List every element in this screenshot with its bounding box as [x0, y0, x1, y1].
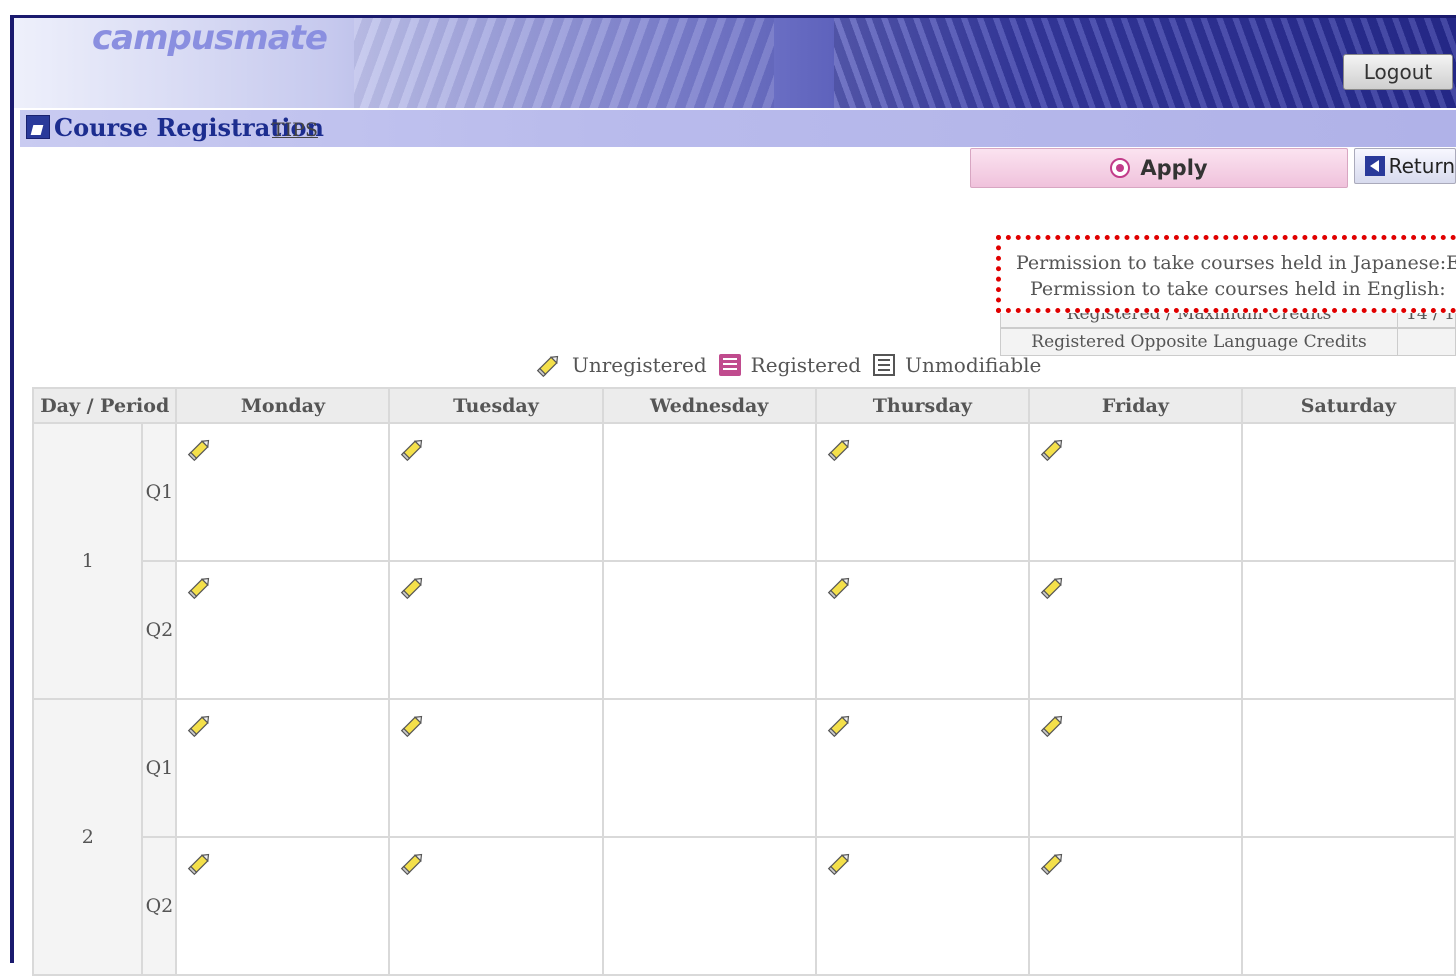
- quarter-label: Q2: [141, 836, 178, 976]
- timetable-slot: [601, 698, 817, 838]
- timetable-slot[interactable]: [175, 422, 391, 562]
- timetable-slot[interactable]: [814, 836, 1030, 976]
- pencil-icon[interactable]: [827, 436, 853, 462]
- frame-left-border: [10, 15, 14, 963]
- apply-button[interactable]: Apply: [970, 148, 1348, 188]
- pencil-icon: [536, 352, 562, 378]
- timetable-row: Q2: [33, 836, 1456, 976]
- day-header-saturday: Saturday: [1240, 387, 1456, 424]
- day-header-friday: Friday: [1027, 387, 1243, 424]
- legend-unregistered: Unregistered: [536, 352, 707, 378]
- pencil-icon[interactable]: [400, 574, 426, 600]
- timetable-slot[interactable]: [814, 698, 1030, 838]
- day-header-monday: Monday: [175, 387, 391, 424]
- credits-label: Registered Opposite Language Credits: [1001, 329, 1398, 355]
- pencil-icon[interactable]: [187, 436, 213, 462]
- quarter-label: Q1: [141, 698, 178, 838]
- timetable-slot[interactable]: [388, 560, 604, 700]
- credits-value: [1398, 329, 1455, 355]
- radio-icon: [1110, 158, 1131, 178]
- legend-unregistered-label: Unregistered: [572, 353, 707, 377]
- timetable-slot: [1240, 560, 1456, 700]
- legend-registered: Registered: [718, 353, 862, 377]
- permission-highlight-box: [996, 235, 1456, 313]
- pencil-icon[interactable]: [187, 850, 213, 876]
- quarter-label: Q1: [141, 422, 178, 562]
- campusmate-logo: campusmate: [92, 18, 328, 58]
- pencil-icon[interactable]: [400, 712, 426, 738]
- pencil-icon[interactable]: [827, 574, 853, 600]
- unmodifiable-icon: [873, 354, 896, 376]
- return-button-label: Return: [1388, 154, 1455, 178]
- timetable-slot[interactable]: [175, 560, 391, 700]
- day-header-tuesday: Tuesday: [388, 387, 604, 424]
- timetable-slot: [1240, 698, 1456, 838]
- legend-unmodifiable: Unmodifiable: [873, 353, 1041, 377]
- timetable-slot[interactable]: [388, 698, 604, 838]
- timetable-slot: [601, 560, 817, 700]
- course-registration-icon: [26, 115, 50, 139]
- tips-link[interactable]: TIPS: [272, 119, 318, 141]
- timetable-slot: [1240, 422, 1456, 562]
- pencil-icon[interactable]: [1040, 712, 1066, 738]
- period-label: 2: [31, 698, 144, 976]
- return-button[interactable]: Return: [1354, 148, 1456, 184]
- timetable-slot: [601, 422, 817, 562]
- timetable-row: Q2: [33, 560, 1456, 700]
- page-title-bar: Course Registration TIPS: [20, 110, 1456, 147]
- timetable-slot[interactable]: [814, 422, 1030, 562]
- timetable-row: 2 Q1: [31, 698, 1456, 976]
- timetable-slot: [601, 836, 817, 976]
- legend-unmodifiable-label: Unmodifiable: [905, 353, 1042, 377]
- banner-texture: [354, 18, 774, 108]
- pencil-icon[interactable]: [400, 436, 426, 462]
- timetable-slot[interactable]: [814, 560, 1030, 700]
- pencil-icon[interactable]: [1040, 574, 1066, 600]
- pencil-icon[interactable]: [827, 712, 853, 738]
- timetable-slot[interactable]: [1027, 698, 1243, 838]
- timetable: Day / Period Monday Tuesday Wednesday Th…: [31, 387, 1456, 976]
- timetable-slot[interactable]: [1027, 560, 1243, 700]
- timetable-slot[interactable]: [1027, 422, 1243, 562]
- day-header-thursday: Thursday: [814, 387, 1030, 424]
- registered-icon: [718, 354, 741, 376]
- pencil-icon[interactable]: [187, 712, 213, 738]
- pencil-icon[interactable]: [400, 850, 426, 876]
- pencil-icon[interactable]: [1040, 850, 1066, 876]
- permission-japanese: Permission to take courses held in Japan…: [1016, 252, 1456, 274]
- pencil-icon[interactable]: [187, 574, 213, 600]
- legend: Unregistered Registered Unmodifiable: [536, 352, 1053, 378]
- day-period-header: Day / Period: [31, 387, 178, 424]
- logout-button[interactable]: Logout: [1343, 54, 1453, 90]
- back-arrow-icon: [1365, 156, 1385, 176]
- pencil-icon[interactable]: [1040, 436, 1066, 462]
- quarter-label: Q2: [141, 560, 178, 700]
- timetable-slot[interactable]: [388, 836, 604, 976]
- timetable-header-row: Day / Period Monday Tuesday Wednesday Th…: [31, 387, 1456, 424]
- timetable-slot[interactable]: [175, 836, 391, 976]
- credits-row: Registered Opposite Language Credits: [1000, 328, 1456, 356]
- timetable-slot: [1240, 836, 1456, 976]
- header-banner: campusmate Logout: [14, 18, 1456, 108]
- pencil-icon[interactable]: [827, 850, 853, 876]
- timetable-slot[interactable]: [175, 698, 391, 838]
- day-header-wednesday: Wednesday: [601, 387, 817, 424]
- timetable-slot[interactable]: [1027, 836, 1243, 976]
- timetable-row: 1 Q1: [31, 422, 1456, 700]
- apply-button-label: Apply: [1140, 156, 1208, 180]
- timetable-slot[interactable]: [388, 422, 604, 562]
- permission-english: Permission to take courses held in Engli…: [1030, 278, 1446, 300]
- period-label: 1: [31, 422, 144, 700]
- legend-registered-label: Registered: [750, 353, 862, 377]
